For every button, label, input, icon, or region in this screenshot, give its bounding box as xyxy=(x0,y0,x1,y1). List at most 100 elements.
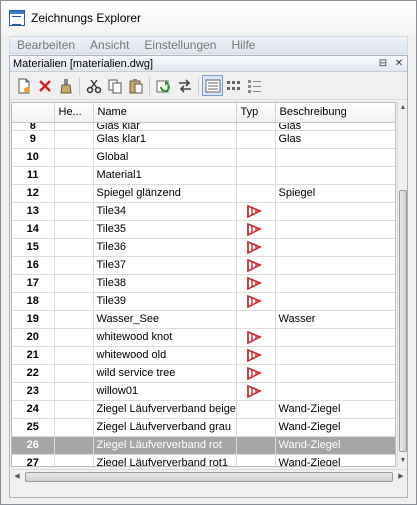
table-row[interactable]: 16 Tile37 xyxy=(12,256,395,275)
description-cell[interactable]: Wand-Ziegel xyxy=(275,454,395,466)
name-cell[interactable]: Global xyxy=(93,148,237,167)
name-cell[interactable]: willow01 xyxy=(93,382,237,401)
description-cell[interactable] xyxy=(275,274,395,293)
row-number-cell[interactable]: 22 xyxy=(12,364,55,383)
scroll-right-arrow-icon[interactable]: ▶ xyxy=(395,470,407,484)
row-number-cell[interactable]: 27 xyxy=(12,454,55,466)
description-cell[interactable] xyxy=(275,238,395,257)
name-cell[interactable]: whitewood knot xyxy=(93,328,237,347)
title-bar[interactable]: Zeichnungs Explorer xyxy=(1,1,416,35)
type-cell[interactable] xyxy=(236,346,276,365)
type-cell[interactable] xyxy=(236,382,276,401)
name-cell[interactable]: Ziegel Läufververband rot1 xyxy=(93,454,237,466)
he-cell[interactable] xyxy=(54,364,94,383)
table-row[interactable]: 22 wild service tree xyxy=(12,364,395,383)
he-cell[interactable] xyxy=(54,418,94,437)
description-cell[interactable]: Glas xyxy=(275,130,395,149)
table-row[interactable]: 15 Tile36 xyxy=(12,238,395,257)
type-cell[interactable] xyxy=(236,184,276,203)
table-row[interactable]: 18 Tile39 xyxy=(12,292,395,311)
scroll-down-arrow-icon[interactable]: ▼ xyxy=(398,455,408,467)
description-cell[interactable]: Spiegel xyxy=(275,184,395,203)
menu-bearbeiten[interactable]: Bearbeiten xyxy=(10,38,83,52)
he-cell[interactable] xyxy=(54,220,94,239)
vertical-scrollbar[interactable]: ▲ ▼ xyxy=(397,102,407,467)
row-number-cell[interactable]: 8 xyxy=(12,122,55,131)
row-number-cell[interactable]: 13 xyxy=(12,202,55,221)
type-cell[interactable] xyxy=(236,436,276,455)
type-cell[interactable] xyxy=(236,148,276,167)
name-cell[interactable]: Tile37 xyxy=(93,256,237,275)
he-cell[interactable] xyxy=(54,238,94,257)
row-number-cell[interactable]: 11 xyxy=(12,166,55,185)
description-cell[interactable] xyxy=(275,382,395,401)
purge-brush-button[interactable] xyxy=(55,75,76,96)
description-cell[interactable] xyxy=(275,256,395,275)
name-cell[interactable]: Ziegel Läufververband beige xyxy=(93,400,237,419)
refresh-button[interactable] xyxy=(153,75,174,96)
name-cell[interactable]: Ziegel Läufververband grau xyxy=(93,418,237,437)
table-row[interactable]: 9 Glas klar1 Glas xyxy=(12,130,395,149)
table-row[interactable]: 12 Spiegel glänzend Spiegel xyxy=(12,184,395,203)
type-cell[interactable] xyxy=(236,274,276,293)
description-cell[interactable] xyxy=(275,202,395,221)
he-cell[interactable] xyxy=(54,454,94,466)
type-cell[interactable] xyxy=(236,220,276,239)
name-cell[interactable]: Tile36 xyxy=(93,238,237,257)
description-cell[interactable] xyxy=(275,292,395,311)
table-row[interactable]: 23 willow01 xyxy=(12,382,395,401)
panel-pin-icon[interactable]: ⊟ xyxy=(378,58,388,69)
column-header-name[interactable]: Name xyxy=(93,103,237,123)
description-cell[interactable]: Wand-Ziegel xyxy=(275,436,395,455)
paste-button[interactable] xyxy=(125,75,146,96)
table-row[interactable]: 19 Wasser_See Wasser xyxy=(12,310,395,329)
row-number-cell[interactable]: 10 xyxy=(12,148,55,167)
he-cell[interactable] xyxy=(54,122,94,131)
menu-hilfe[interactable]: Hilfe xyxy=(224,38,263,52)
name-cell[interactable]: Tile35 xyxy=(93,220,237,239)
column-header-beschreibung[interactable]: Beschreibung xyxy=(275,103,395,123)
row-number-cell[interactable]: 9 xyxy=(12,130,55,149)
type-cell[interactable] xyxy=(236,202,276,221)
type-cell[interactable] xyxy=(236,122,276,131)
he-cell[interactable] xyxy=(54,328,94,347)
row-number-cell[interactable]: 15 xyxy=(12,238,55,257)
name-cell[interactable]: Tile34 xyxy=(93,202,237,221)
type-cell[interactable] xyxy=(236,130,276,149)
description-cell[interactable] xyxy=(275,220,395,239)
table-row[interactable]: 13 Tile34 xyxy=(12,202,395,221)
row-number-cell[interactable]: 23 xyxy=(12,382,55,401)
name-cell[interactable]: Wasser_See xyxy=(93,310,237,329)
he-cell[interactable] xyxy=(54,346,94,365)
menu-einstellungen[interactable]: Einstellungen xyxy=(137,38,224,52)
table-row[interactable]: 11 Material1 xyxy=(12,166,395,185)
name-cell[interactable]: Ziegel Läufververband rot xyxy=(93,436,237,455)
row-number-cell[interactable]: 17 xyxy=(12,274,55,293)
vertical-scroll-thumb[interactable] xyxy=(399,190,407,452)
description-cell[interactable] xyxy=(275,346,395,365)
type-cell[interactable] xyxy=(236,292,276,311)
he-cell[interactable] xyxy=(54,274,94,293)
he-cell[interactable] xyxy=(54,166,94,185)
row-number-cell[interactable]: 19 xyxy=(12,310,55,329)
type-cell[interactable] xyxy=(236,166,276,185)
scroll-up-arrow-icon[interactable]: ▲ xyxy=(398,102,408,114)
description-cell[interactable] xyxy=(275,364,395,383)
he-cell[interactable] xyxy=(54,130,94,149)
scroll-left-arrow-icon[interactable]: ◀ xyxy=(11,470,23,484)
he-cell[interactable] xyxy=(54,292,94,311)
table-row[interactable]: 25 Ziegel Läufververband grau Wand-Ziegel xyxy=(12,418,395,437)
he-cell[interactable] xyxy=(54,184,94,203)
description-cell[interactable]: Wand-Ziegel xyxy=(275,400,395,419)
row-number-cell[interactable]: 20 xyxy=(12,328,55,347)
table-row[interactable]: 10 Global xyxy=(12,148,395,167)
swap-arrows-button[interactable] xyxy=(174,75,195,96)
horizontal-scrollbar[interactable]: ◀ ▶ xyxy=(11,469,407,483)
he-cell[interactable] xyxy=(54,202,94,221)
cut-button[interactable] xyxy=(83,75,104,96)
description-cell[interactable]: Wand-Ziegel xyxy=(275,418,395,437)
table-row[interactable]: 14 Tile35 xyxy=(12,220,395,239)
row-number-cell[interactable]: 16 xyxy=(12,256,55,275)
type-cell[interactable] xyxy=(236,454,276,466)
name-cell[interactable]: whitewood old xyxy=(93,346,237,365)
